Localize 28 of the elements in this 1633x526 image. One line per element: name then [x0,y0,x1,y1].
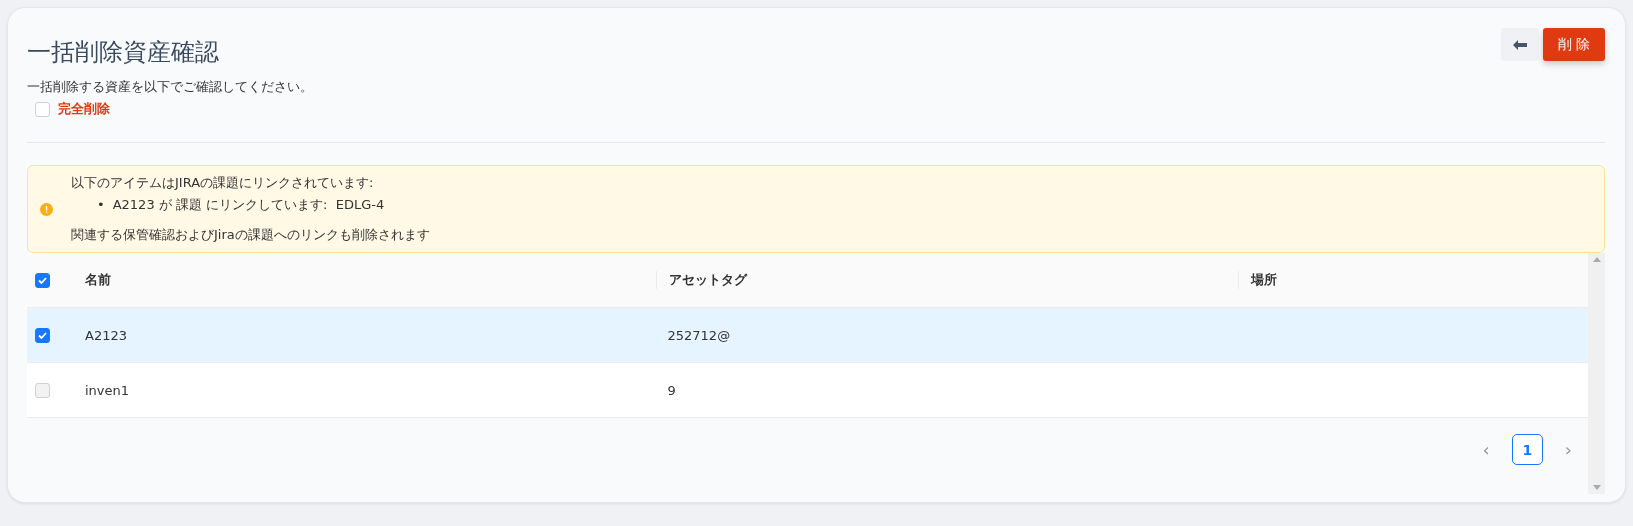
next-page-button[interactable]: › [1564,439,1572,460]
table-row[interactable]: A2123 252712@ [27,308,1588,363]
checkbox-label: 完全削除 [58,100,110,118]
page-title: 一括削除資産確認 [27,37,219,68]
previous-page-button[interactable]: ‹ [1482,439,1490,460]
row-checkbox[interactable] [35,327,50,343]
description-text: 一括削除する資産を以下でご確認してください。 [27,78,314,96]
table-cell: 252712@ [667,327,731,343]
warning-icon [40,202,53,216]
table-cell: inven1 [85,382,130,398]
alert-list-item: A2123 が 課題 にリンクしています: EDLG-4 [112,196,385,214]
back-button[interactable] [1501,28,1539,61]
scroll-down-icon[interactable] [1592,485,1601,490]
checkbox[interactable] [35,101,50,117]
alert-footer: 関連する保管確認およびJiraの課題へのリンクも削除されます [71,226,430,244]
page-button[interactable]: 1 [1511,434,1543,465]
table-cell: A2123 [85,327,127,343]
table-cell: 9 [667,382,676,398]
list-bullet: • [97,196,105,214]
select-all-checkbox[interactable] [35,272,50,288]
column-header: アセットタグ [668,272,747,287]
column-header: 名前 [85,272,111,287]
delete-button[interactable]: 削 除 [1543,28,1605,61]
alert-heading: 以下のアイテムはJIRAの課題にリンクされています: [71,174,375,192]
back-arrow-icon [1513,39,1527,50]
scrollbar[interactable] [1588,253,1605,494]
scroll-up-icon[interactable] [1592,257,1601,262]
column-header: 場所 [1251,272,1277,287]
